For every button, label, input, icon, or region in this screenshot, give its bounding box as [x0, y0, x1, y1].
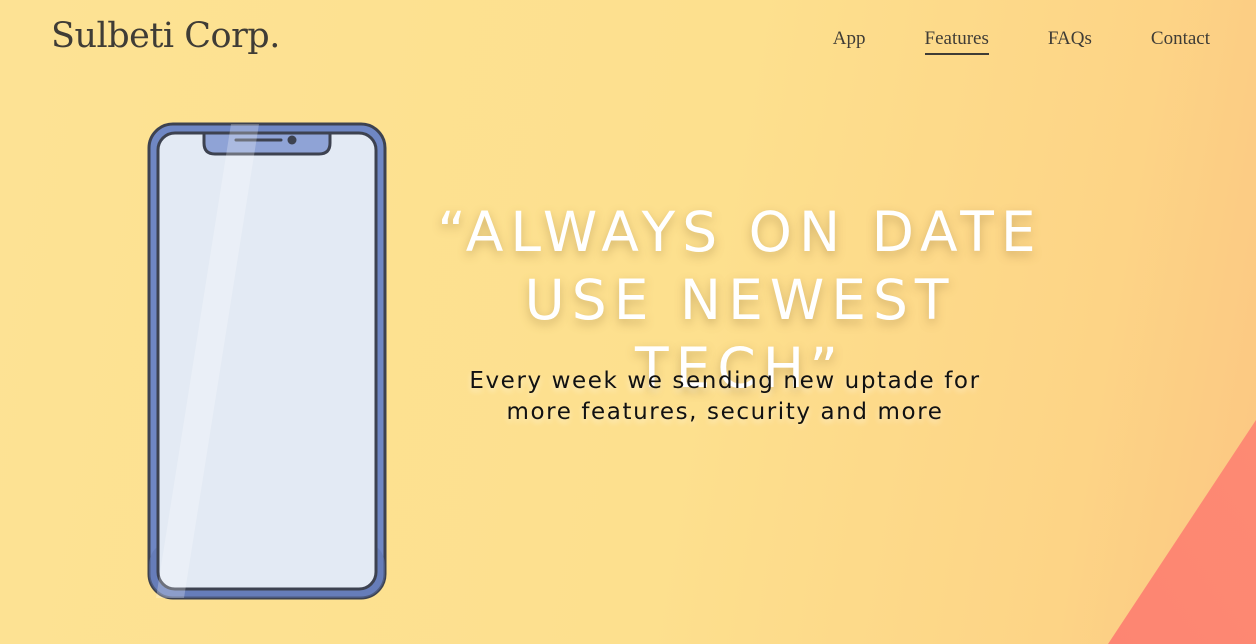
nav-item-contact[interactable]: Contact — [1151, 28, 1210, 55]
hero-headline-line-1: “ALWAYS ON DATE — [437, 200, 1043, 264]
nav-item-app[interactable]: App — [833, 28, 866, 55]
main-nav: App Features FAQs Contact — [774, 28, 1210, 55]
brand-logo[interactable]: Sulbeti Corp. — [51, 16, 280, 56]
smartphone-icon — [147, 122, 387, 600]
nav-item-features[interactable]: Features — [924, 28, 989, 55]
hero-subtext: Every week we sending new uptade for mor… — [469, 368, 981, 425]
nav-item-faqs[interactable]: FAQs — [1048, 28, 1092, 55]
